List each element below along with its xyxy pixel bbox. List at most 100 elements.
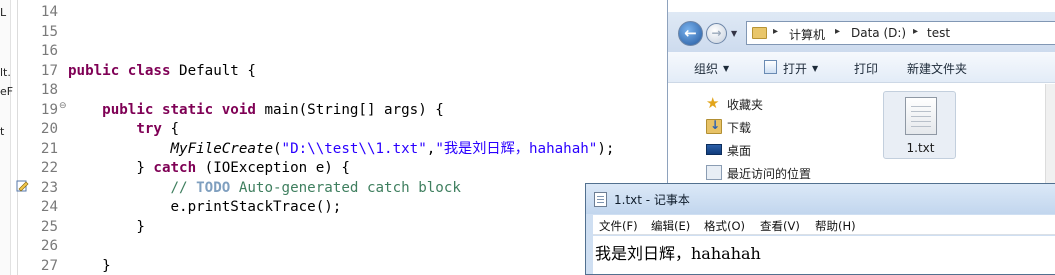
desktop-icon [706,144,722,155]
menu-bar: 文件(F) 编辑(E) 格式(O) 查看(V) 帮助(H) [593,215,1055,235]
chevron-right-icon[interactable]: ▸ [835,26,840,37]
text-area[interactable]: 我是刘日辉，hahahah [593,236,1055,274]
code-token: MyFileCreate [170,140,274,157]
arrow-left-icon: ← [684,24,697,42]
menu-file[interactable]: 文件(F) [599,218,638,234]
line-number: 24 [40,199,58,215]
code-line: MyFileCreate("D:\\test\\1.txt","我是刘日辉，ha… [68,140,615,160]
print-button[interactable]: 打印 [854,60,878,77]
new-folder-button[interactable]: 新建文件夹 [907,60,967,77]
address-bar[interactable]: ▸ 计算机 ▸ Data (D:) ▸ test [746,21,1055,45]
nav-item-label: 桌面 [727,144,752,158]
code-line: // TODO Auto-generated catch block [68,179,461,199]
recent-places-icon [706,165,722,180]
line-number: 21 [40,140,58,157]
code-line: public class Default { [68,62,256,82]
code-token: Auto-generated catch block [230,179,461,196]
code-token: catch [153,160,197,176]
organize-label: 组织 [694,62,719,76]
back-button[interactable]: ← [678,21,703,46]
open-button[interactable]: 打开 ▼ [783,60,818,77]
breadcrumb-computer[interactable]: 计算机 [789,26,825,43]
code-token: } [68,257,111,274]
code-token: "我是刘日辉，hahahah" [435,140,598,157]
code-line: try { [68,120,179,140]
navigation-bar: ← → ▼ ▸ 计算机 ▸ Data (D:) ▸ test [668,12,1055,52]
strip-fragment: lt. [0,66,11,79]
download-folder-icon [706,118,722,134]
code-token: public static void [102,101,256,118]
strip-fragment: eF [0,85,14,98]
file-name: 1.txt [906,141,935,155]
code-area[interactable]: public class Default { public static voi… [68,0,666,275]
breadcrumb-drive[interactable]: Data (D:) [851,26,906,40]
menu-view[interactable]: 查看(V) [760,218,800,234]
code-token: e.printStackTrace(); [68,199,342,215]
code-token: // [170,179,197,196]
strip-fragment: t [0,125,5,138]
file-item[interactable]: 1.txt [883,91,956,159]
line-number: 22 [40,160,58,176]
line-number: 18 [40,82,58,98]
code-line: } catch (IOException e) { [68,159,350,179]
line-number: 23 [40,179,58,196]
code-token: "D:\\test\\1.txt" [281,140,427,157]
code-token: main(String[] args) { [255,101,444,118]
line-number: 27 [40,257,58,274]
code-editor[interactable]: L lt. eF t 14 15 16 17 18 19 20 21 22 23 24 25 26 27 … [0,0,667,275]
code-line: public static void main(String[] args) { [68,101,444,121]
code-line: } [68,218,145,238]
breadcrumb-folder[interactable]: test [927,26,950,40]
line-number: 17 [40,62,58,79]
outline-strip: L lt. eF t [0,0,14,275]
window-title: 1.txt - 记事本 [614,193,690,207]
forward-button[interactable]: → [706,23,727,44]
chevron-right-icon[interactable]: ▸ [913,26,918,37]
star-icon: ★ [706,94,720,112]
chevron-down-icon: ▼ [723,64,730,73]
code-token: try [136,121,162,137]
line-number: 26 [40,238,58,254]
menu-format[interactable]: 格式(O) [704,218,745,234]
notepad-window: 1.txt - 记事本 文件(F) 编辑(E) 格式(O) 查看(V) 帮助(H… [585,183,1055,275]
line-number: 16 [40,43,58,59]
fold-collapse-icon[interactable]: ⊖ [59,101,67,111]
arrow-right-icon: → [711,26,722,40]
line-number: 15 [40,23,58,40]
open-icon [764,60,777,74]
organize-button[interactable]: 组织 ▼ [694,60,729,77]
nav-item-label: 下载 [727,121,752,135]
title-bar[interactable]: 1.txt - 记事本 [586,184,1055,214]
code-line: } [68,257,111,275]
document-text: 我是刘日辉，hahahah [595,244,761,263]
code-token: (IOException e) { [196,160,350,176]
notepad-icon [594,192,607,207]
code-token: Default { [170,62,256,79]
history-dropdown-icon[interactable]: ▼ [731,29,737,38]
code-token: ( [273,140,282,157]
line-number: 25 [40,218,58,235]
code-token: } [68,218,145,235]
chevron-right-icon[interactable]: ▸ [773,26,778,37]
line-number: 19 [40,101,58,118]
line-number: 20 [40,121,58,137]
menu-edit[interactable]: 编辑(E) [651,218,690,234]
code-token: public class [68,62,171,79]
folder-icon [752,27,767,39]
code-line: e.printStackTrace(); [68,198,341,218]
code-token: ); [597,140,615,157]
menu-help[interactable]: 帮助(H) [815,218,856,234]
open-label: 打开 [783,62,808,76]
command-bar: 组织 ▼ 打开 ▼ 打印 新建文件夹 [668,52,1055,83]
line-number-gutter: 14 15 16 17 18 19 20 21 22 23 24 25 26 27 [18,0,64,275]
nav-item-label: 最近访问的位置 [727,167,812,181]
code-token: } [68,160,154,176]
strip-fragment: L [0,6,7,19]
nav-item-label: 收藏夹 [727,98,764,112]
code-token: TODO [196,179,231,196]
line-number: 14 [40,4,58,20]
